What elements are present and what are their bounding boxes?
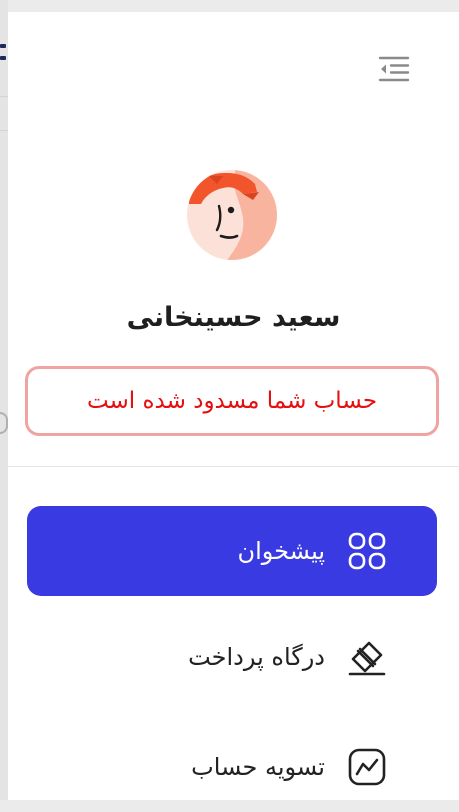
- sidebar-item-label: پیشخوان: [237, 537, 325, 565]
- user-name: سعید حسینخانی: [126, 302, 341, 333]
- background-icon: [0, 412, 8, 434]
- background-menu-glyph: [0, 56, 6, 60]
- avatar: [187, 170, 277, 260]
- background-divider: [0, 130, 8, 131]
- sidebar-item-settlement[interactable]: تسویه حساب: [27, 722, 437, 812]
- payment-card-icon: [347, 637, 387, 677]
- background-menu-glyph: [0, 44, 6, 48]
- sidebar-drawer: سعید حسینخانی حساب شما مسدود شده است پیش…: [8, 12, 459, 800]
- avatar-illustration: [187, 170, 277, 260]
- sidebar-item-dashboard[interactable]: پیشخوان: [27, 506, 437, 596]
- sidebar-item-payment-gateway[interactable]: درگاه پرداخت: [27, 612, 437, 702]
- sidebar-item-label: درگاه پرداخت: [188, 643, 325, 671]
- collapse-menu-icon: [378, 56, 410, 82]
- account-blocked-alert: حساب شما مسدود شده است: [25, 366, 439, 436]
- background-divider: [0, 96, 8, 97]
- dashboard-grid-icon: [347, 531, 387, 571]
- collapse-menu-button[interactable]: [375, 52, 413, 86]
- alert-message: حساب شما مسدود شده است: [86, 388, 378, 414]
- chart-line-icon: [347, 747, 387, 787]
- divider: [8, 466, 459, 467]
- sidebar-item-label: تسویه حساب: [191, 753, 325, 781]
- background-page: [0, 0, 8, 800]
